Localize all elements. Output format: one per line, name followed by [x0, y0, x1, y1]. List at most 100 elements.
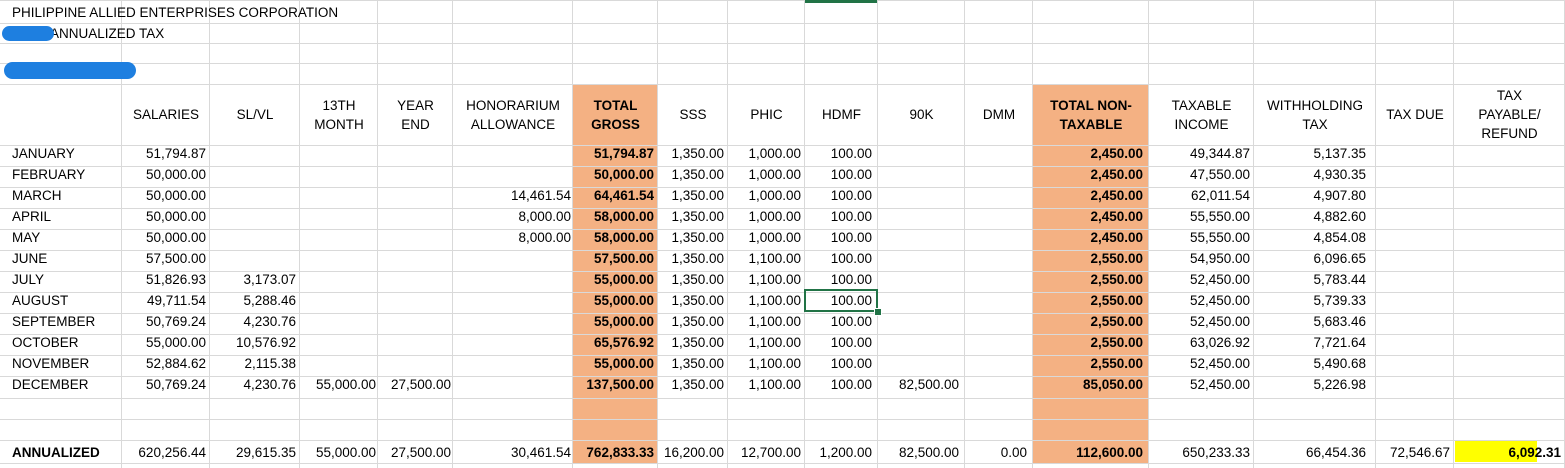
row-label-month[interactable]: JUNE: [12, 248, 122, 269]
cell-thirteenth[interactable]: [300, 164, 376, 185]
cell-hdmf[interactable]: 100.00: [805, 332, 872, 353]
cell-phic[interactable]: 1,100.00: [728, 353, 801, 374]
cell-honorarium[interactable]: 8,000.00: [453, 206, 571, 227]
cell-sss[interactable]: 1,350.00: [658, 164, 724, 185]
cell-phic[interactable]: 1,100.00: [728, 332, 801, 353]
annualized-withholding[interactable]: 66,454.36: [1254, 442, 1366, 463]
cell-taxable[interactable]: 62,011.54: [1149, 185, 1250, 206]
cell-total-gross[interactable]: 137,500.00: [573, 374, 654, 395]
cell-slvl[interactable]: 5,288.46: [210, 290, 296, 311]
cell-taxable[interactable]: 52,450.00: [1149, 290, 1250, 311]
annualized-phic[interactable]: 12,700.00: [728, 442, 801, 463]
cell-phic[interactable]: 1,100.00: [728, 311, 801, 332]
annualized-k90[interactable]: 82,500.00: [878, 442, 959, 463]
cell-taxable[interactable]: 52,450.00: [1149, 374, 1250, 395]
cell-total-nontax[interactable]: 2,450.00: [1033, 227, 1143, 248]
column-header-taxable[interactable]: TAXABLE: [1149, 96, 1254, 115]
cell-slvl[interactable]: [210, 143, 296, 164]
cell-taxable[interactable]: 63,026.92: [1149, 332, 1250, 353]
cell-honorarium[interactable]: [453, 290, 571, 311]
annualized-taxable[interactable]: 650,233.33: [1149, 442, 1250, 463]
cell-slvl[interactable]: 4,230.76: [210, 311, 296, 332]
cell-salaries[interactable]: 57,500.00: [122, 248, 206, 269]
cell-honorarium[interactable]: [453, 164, 571, 185]
cell-dmm[interactable]: [965, 290, 1027, 311]
cell-sss[interactable]: 1,350.00: [658, 353, 724, 374]
cell-total-nontax[interactable]: 2,550.00: [1033, 290, 1143, 311]
cell-dmm[interactable]: [965, 374, 1027, 395]
cell-honorarium[interactable]: [453, 143, 571, 164]
column-header-total-gross[interactable]: TOTAL: [573, 96, 658, 115]
cell-salaries[interactable]: 50,000.00: [122, 227, 206, 248]
cell-sss[interactable]: 1,350.00: [658, 248, 724, 269]
cell-salaries[interactable]: 50,000.00: [122, 206, 206, 227]
cell-total-gross[interactable]: 58,000.00: [573, 227, 654, 248]
cell-phic[interactable]: 1,100.00: [728, 248, 801, 269]
cell-yearend[interactable]: [378, 269, 451, 290]
cell-total-nontax[interactable]: 2,550.00: [1033, 332, 1143, 353]
cell-dmm[interactable]: [965, 248, 1027, 269]
annualized-total-gross[interactable]: 762,833.33: [573, 442, 654, 463]
cell-total-gross[interactable]: 51,794.87: [573, 143, 654, 164]
column-header-salaries[interactable]: SALARIES: [122, 105, 210, 124]
cell-honorarium[interactable]: [453, 332, 571, 353]
cell-withholding[interactable]: 4,854.08: [1254, 227, 1366, 248]
cell-yearend[interactable]: [378, 248, 451, 269]
cell-taxable[interactable]: 52,450.00: [1149, 311, 1250, 332]
cell-honorarium[interactable]: 8,000.00: [453, 227, 571, 248]
cell-k90[interactable]: [878, 332, 959, 353]
row-label-month[interactable]: JANUARY: [12, 143, 122, 164]
cell-total-nontax[interactable]: 2,550.00: [1033, 269, 1143, 290]
cell-total-gross[interactable]: 55,000.00: [573, 269, 654, 290]
column-header-payable[interactable]: REFUND: [1454, 124, 1565, 143]
column-header-sss[interactable]: SSS: [658, 105, 728, 124]
cell-dmm[interactable]: [965, 311, 1027, 332]
cell-slvl[interactable]: [210, 227, 296, 248]
cell-withholding[interactable]: 5,783.44: [1254, 269, 1366, 290]
cell-sss[interactable]: 1,350.00: [658, 269, 724, 290]
cell-yearend[interactable]: [378, 353, 451, 374]
cell-taxable[interactable]: 54,950.00: [1149, 248, 1250, 269]
cell-hdmf[interactable]: 100.00: [805, 206, 872, 227]
column-header-hdmf[interactable]: HDMF: [805, 105, 878, 124]
cell-total-gross[interactable]: 55,000.00: [573, 353, 654, 374]
row-label-month[interactable]: JULY: [12, 269, 122, 290]
cell-yearend[interactable]: [378, 185, 451, 206]
column-header-withholding[interactable]: TAX: [1254, 115, 1376, 134]
cell-yearend[interactable]: [378, 332, 451, 353]
cell-total-nontax[interactable]: 2,450.00: [1033, 185, 1143, 206]
column-header-thirteenth[interactable]: 13TH: [300, 96, 378, 115]
cell-salaries[interactable]: 55,000.00: [122, 332, 206, 353]
column-header-slvl[interactable]: SL/VL: [210, 105, 300, 124]
cell-phic[interactable]: 1,000.00: [728, 143, 801, 164]
cell-phic[interactable]: 1,000.00: [728, 206, 801, 227]
cell-total-nontax[interactable]: 2,550.00: [1033, 248, 1143, 269]
cell-withholding[interactable]: 4,930.35: [1254, 164, 1366, 185]
cell-honorarium[interactable]: [453, 353, 571, 374]
cell-hdmf[interactable]: 100.00: [805, 143, 872, 164]
cell-hdmf[interactable]: 100.00: [805, 185, 872, 206]
cell-total-nontax[interactable]: 85,050.00: [1033, 374, 1143, 395]
cell-thirteenth[interactable]: [300, 143, 376, 164]
cell-k90[interactable]: [878, 248, 959, 269]
cell-k90[interactable]: [878, 164, 959, 185]
column-header-dmm[interactable]: DMM: [965, 105, 1033, 124]
cell-slvl[interactable]: 3,173.07: [210, 269, 296, 290]
column-header-total-nontax[interactable]: TOTAL NON-: [1033, 96, 1149, 115]
column-header-taxdue[interactable]: TAX DUE: [1376, 105, 1454, 124]
cell-yearend[interactable]: [378, 227, 451, 248]
cell-hdmf[interactable]: 100.00: [805, 227, 872, 248]
cell-k90[interactable]: 82,500.00: [878, 374, 959, 395]
cell-salaries[interactable]: 52,884.62: [122, 353, 206, 374]
cell-slvl[interactable]: 4,230.76: [210, 374, 296, 395]
column-header-payable[interactable]: TAX: [1454, 86, 1565, 105]
annualized-taxdue[interactable]: 72,546.67: [1376, 442, 1450, 463]
row-label-month[interactable]: AUGUST: [12, 290, 122, 311]
cell-total-nontax[interactable]: 2,450.00: [1033, 143, 1143, 164]
cell-salaries[interactable]: 50,769.24: [122, 311, 206, 332]
cell-dmm[interactable]: [965, 185, 1027, 206]
cell-dmm[interactable]: [965, 164, 1027, 185]
column-header-total-gross[interactable]: GROSS: [573, 115, 658, 134]
cell-salaries[interactable]: 51,826.93: [122, 269, 206, 290]
annualized-payable[interactable]: 6,092.31: [1454, 442, 1561, 463]
